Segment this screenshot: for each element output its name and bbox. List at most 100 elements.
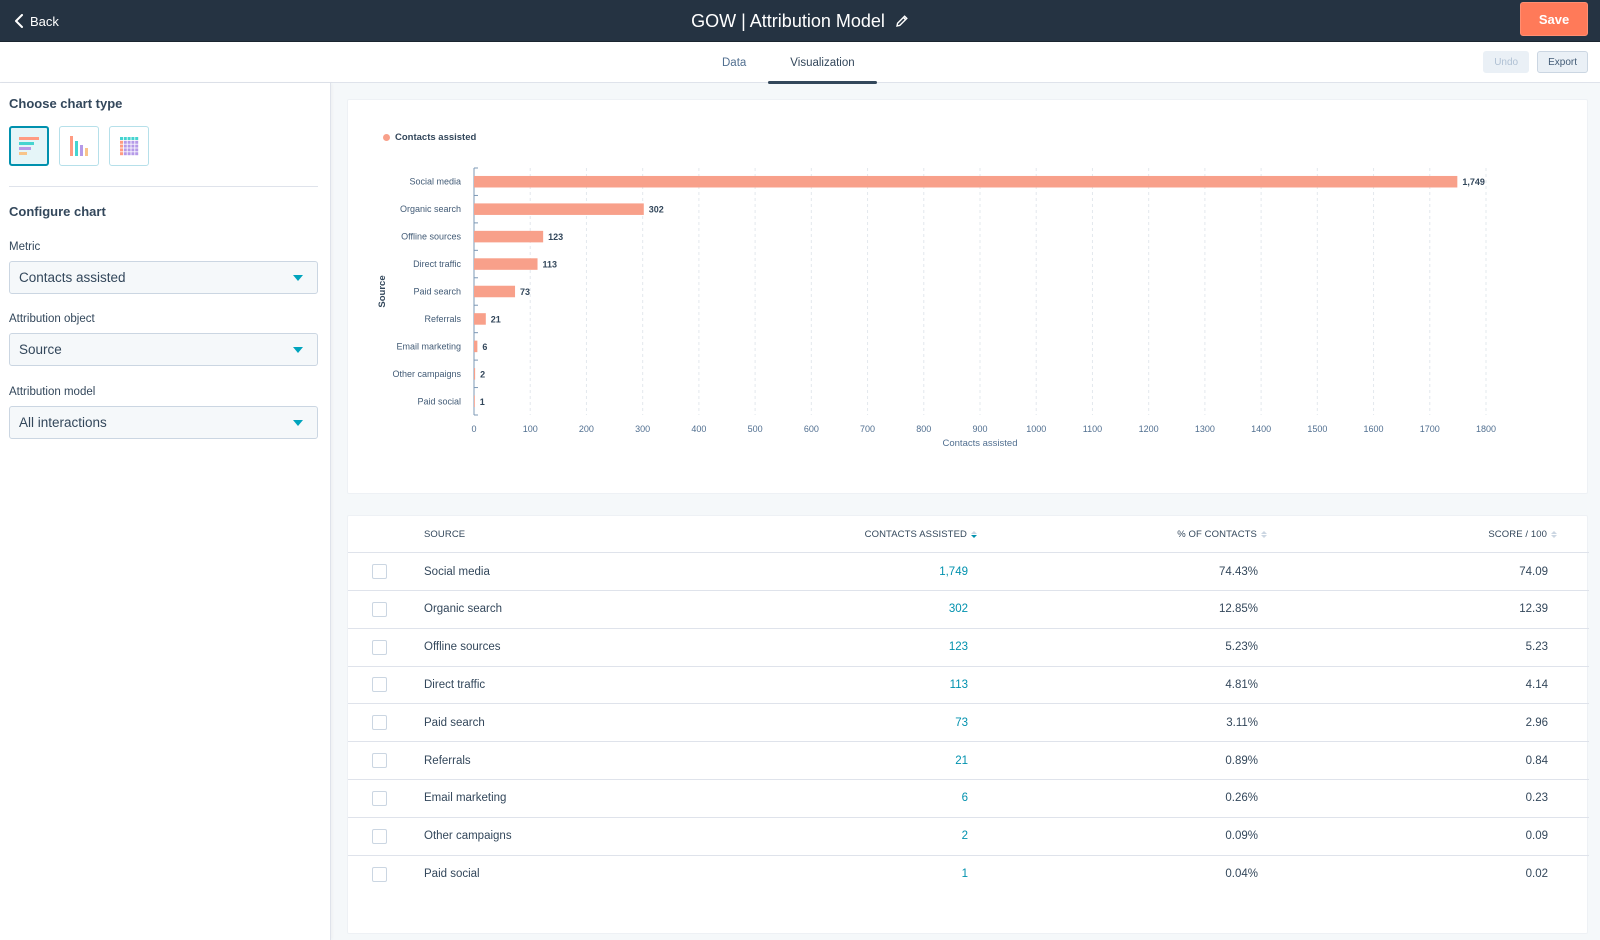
metric-select[interactable]: Contacts assisted	[9, 261, 318, 294]
score-cell: 0.09	[1525, 830, 1548, 843]
y-category-label: Email marketing	[396, 341, 461, 351]
row-checkbox[interactable]	[372, 715, 387, 731]
row-checkbox[interactable]	[372, 677, 387, 693]
bar[interactable]	[474, 203, 644, 215]
attribution-model-select[interactable]: All interactions	[9, 406, 318, 439]
y-category-label: Other campaigns	[392, 369, 461, 379]
source-cell: Paid search	[424, 716, 485, 729]
x-tick-label: 400	[691, 424, 706, 434]
sort-descending-icon	[971, 530, 977, 538]
bar-value-label: 302	[649, 205, 664, 215]
row-checkbox[interactable]	[372, 866, 387, 882]
x-tick-label: 1400	[1251, 424, 1271, 434]
score-cell: 0.23	[1525, 792, 1548, 805]
source-cell: Paid social	[424, 868, 480, 881]
row-checkbox[interactable]	[372, 564, 387, 579]
x-tick-label: 700	[860, 424, 875, 434]
bar[interactable]	[474, 340, 478, 353]
heatmap-grid-icon	[120, 137, 139, 156]
pencil-icon[interactable]	[895, 14, 909, 28]
contacts-assisted-cell[interactable]: 6	[962, 792, 968, 804]
bar-value-label: 21	[491, 314, 501, 324]
x-tick-label: 900	[972, 424, 987, 434]
column-header-percent-of-contacts[interactable]: % OF CONTACTS	[1177, 529, 1267, 540]
row-checkbox[interactable]	[372, 790, 387, 806]
view-tabs: Data Visualization	[700, 42, 878, 84]
sidebar-divider	[9, 186, 318, 187]
x-tick-label: 1800	[1476, 424, 1496, 434]
y-category-label: Paid search	[413, 287, 461, 297]
x-tick-label: 500	[748, 424, 763, 434]
y-category-label: Paid social	[417, 396, 461, 406]
bar-value-label: 73	[520, 287, 530, 297]
table-row: Social media 1,749 74.43% 74.09	[348, 553, 1589, 591]
source-cell: Organic search	[424, 603, 502, 616]
column-header-label: CONTACTS ASSISTED	[864, 528, 967, 540]
bar[interactable]	[474, 285, 516, 298]
source-cell: Referrals	[424, 754, 471, 767]
x-tick-label: 1200	[1139, 424, 1159, 434]
column-header-contacts-assisted[interactable]: CONTACTS ASSISTED	[865, 529, 977, 540]
back-button[interactable]: Back	[14, 0, 59, 42]
bar-value-label: 113	[543, 260, 558, 270]
contacts-assisted-cell[interactable]: 1	[962, 868, 968, 880]
contacts-assisted-cell[interactable]: 73	[955, 717, 968, 729]
tab-data[interactable]: Data	[700, 42, 768, 83]
undo-button[interactable]: Undo	[1483, 51, 1530, 73]
y-category-label: Offline sources	[401, 232, 461, 242]
save-button[interactable]: Save	[1520, 2, 1588, 36]
attribution-object-label: Attribution object	[9, 313, 95, 325]
x-tick-label: 1300	[1195, 424, 1215, 434]
column-header-score[interactable]: SCORE / 100	[1488, 529, 1557, 540]
x-tick-label: 600	[804, 424, 819, 434]
source-cell: Other campaigns	[424, 830, 512, 843]
tab-visualization[interactable]: Visualization	[768, 42, 878, 84]
percent-of-contacts-cell: 0.04%	[1225, 868, 1258, 881]
y-category-label: Direct traffic	[413, 259, 461, 269]
row-checkbox[interactable]	[372, 828, 387, 844]
contacts-assisted-cell[interactable]: 1,749	[939, 566, 968, 578]
y-category-label: Organic search	[400, 204, 461, 214]
chart-type-table[interactable]	[109, 126, 149, 166]
table-header-row: SOURCE CONTACTS ASSISTED % OF CONTACTS S…	[348, 516, 1589, 553]
score-cell: 0.84	[1525, 754, 1548, 767]
x-tick-label: 1600	[1364, 424, 1384, 434]
x-tick-label: 300	[635, 424, 650, 434]
chevron-left-icon	[15, 14, 23, 28]
percent-of-contacts-cell: 0.26%	[1225, 792, 1258, 805]
source-cell: Direct traffic	[424, 678, 486, 691]
y-category-label: Social media	[409, 177, 461, 187]
chart-type-vertical-bar[interactable]	[59, 126, 99, 166]
bar-value-label: 123	[548, 232, 563, 242]
chart-type-horizontal-bar[interactable]	[9, 126, 49, 166]
bar[interactable]	[474, 258, 538, 270]
caret-down-icon	[293, 275, 303, 281]
bar[interactable]	[474, 368, 476, 380]
choose-chart-type-heading: Choose chart type	[9, 96, 123, 111]
table-row: Referrals 21 0.89% 0.84	[348, 742, 1589, 780]
tab-bar: Data Visualization Undo Export	[0, 42, 1600, 84]
bar[interactable]	[474, 230, 544, 243]
x-tick-label: 800	[916, 424, 931, 434]
attribution-object-select[interactable]: Source	[9, 333, 318, 366]
score-cell: 12.39	[1519, 603, 1548, 616]
contacts-assisted-cell[interactable]: 21	[955, 755, 968, 767]
table-row: Paid search 73 3.11% 2.96	[348, 704, 1589, 743]
table-row: Offline sources 123 5.23% 5.23	[348, 629, 1589, 667]
row-checkbox[interactable]	[372, 639, 387, 655]
bar[interactable]	[474, 175, 1458, 188]
contacts-assisted-cell[interactable]: 113	[950, 679, 968, 691]
contacts-assisted-cell[interactable]: 302	[949, 603, 968, 615]
row-checkbox[interactable]	[372, 753, 387, 768]
row-checkbox[interactable]	[372, 601, 387, 617]
contacts-assisted-cell[interactable]: 2	[962, 830, 968, 842]
metric-label: Metric	[9, 241, 41, 253]
table-row: Direct traffic 113 4.81% 4.14	[348, 666, 1589, 705]
bar[interactable]	[474, 395, 475, 408]
attribution-object-value: Source	[19, 342, 62, 357]
horizontal-bar-chart-icon	[19, 137, 39, 155]
export-button[interactable]: Export	[1537, 51, 1588, 73]
contacts-assisted-cell[interactable]: 123	[949, 641, 968, 653]
bar[interactable]	[474, 313, 486, 325]
configure-chart-heading: Configure chart	[9, 204, 106, 219]
